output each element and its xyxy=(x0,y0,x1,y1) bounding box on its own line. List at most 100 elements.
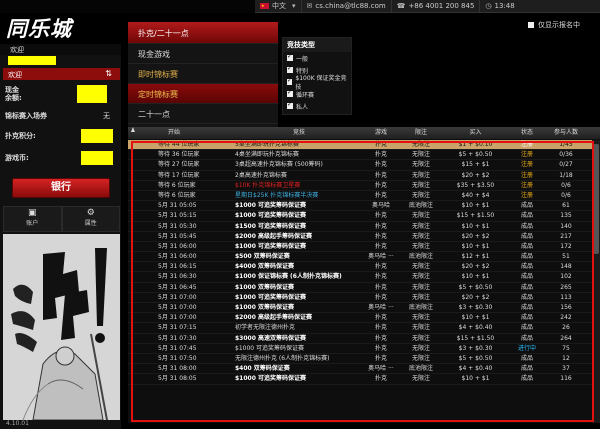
table-row[interactable]: 5月 31 06:00 $500 双筹码保证赛 奥马哈 ··· 底池限注 $12 + $… xyxy=(128,252,592,263)
header-buyin[interactable]: 买入 xyxy=(443,127,508,139)
scrollbar-thumb[interactable] xyxy=(593,144,599,254)
tournament-table: ♟ 开始 竞技 游戏 限注 买入 状态 参与人数 等待 44 位玩家 5桌坐满即玩… xyxy=(128,127,600,423)
menu-item-scheduled-tournaments[interactable]: 定时锦标赛 xyxy=(128,84,278,104)
table-row[interactable]: 5月 31 05:30 $1500 可追奖筹码保证赛 扑克 无限注 $10 + $1 成品… xyxy=(128,222,592,232)
header-start[interactable]: 开始 xyxy=(138,127,233,139)
row-start: 等待 44 位玩家 xyxy=(158,141,200,148)
points-value-redacted xyxy=(81,129,113,143)
settings-tile[interactable]: ⚙ 属性 xyxy=(61,206,120,232)
row-start: 5月 31 07:30 xyxy=(158,334,197,342)
row-status: 成品 xyxy=(520,232,533,240)
row-start: 5月 31 05:45 xyxy=(158,232,197,240)
table-row[interactable]: 5月 31 07:00 $2000 高级起手筹码保证赛 扑克 无限注 $10 + $1 成… xyxy=(128,313,592,324)
row-game: 扑克 xyxy=(374,232,387,240)
header-players[interactable]: 参与人数 xyxy=(546,127,586,139)
filter-option-guaranteed[interactable]: $100K 保证奖金竞技 xyxy=(283,75,351,91)
header-status[interactable]: 状态 xyxy=(508,127,546,139)
header-competition[interactable]: 竞技 xyxy=(233,127,363,139)
menu-item-sit-and-go[interactable]: 即时锦标赛 xyxy=(128,64,278,84)
row-marker xyxy=(128,303,138,312)
checkbox-icon[interactable] xyxy=(287,77,292,85)
menu-head-poker-blackjack[interactable]: 扑克/二十一点 xyxy=(128,22,278,44)
table-row[interactable]: 5月 31 06:30 $1000 保证锦标赛 (6人制扑克锦标赛) 扑克 无限注 $1… xyxy=(128,272,592,283)
row-players: 12 xyxy=(562,354,570,362)
row-status: 成品 xyxy=(520,365,533,373)
row-players: 0/6 xyxy=(561,191,571,199)
account-tile[interactable]: ▣ 账户 xyxy=(3,206,62,232)
table-row[interactable]: 等待 27 位玩家 3桌超高速扑克锦标赛 (500筹码) 扑克 无限注 $15 + $1… xyxy=(128,160,592,171)
table-row[interactable]: 5月 31 07:15 初学者无限注德州扑克 扑克 无限注 $4 + $0.40 成品 26 xyxy=(128,323,592,334)
table-row[interactable]: 5月 31 08:00 $400 双筹码保证赛 奥马哈 ··· 底池限注 $4 + $0… xyxy=(128,364,592,375)
table-row[interactable]: 5月 31 05:15 $1000 可追奖筹码保证赛 扑克 无限注 $15 + $1.5… xyxy=(128,211,592,222)
table-row[interactable]: 5月 31 07:00 $1000 双筹码保证赛 奥马哈 ··· 底池限注 $3 + $… xyxy=(128,303,592,314)
filter-option-label: 私人 xyxy=(296,103,309,111)
app-logo: 同乐城 xyxy=(6,16,72,41)
menu-item-cash-games[interactable]: 现金游戏 xyxy=(128,44,278,64)
header-pin-icon[interactable]: ♟ xyxy=(128,127,138,139)
table-row[interactable]: 5月 31 08:05 $1000 可追奖筹码保证赛 扑克 无限注 $10 + $1 成品… xyxy=(128,374,592,385)
status-strip: 中文 ▾ ✉ cs.china@tlc88.com ☎ +86 4001 200… xyxy=(255,0,600,13)
row-game: 扑克 xyxy=(374,191,387,199)
table-row[interactable]: 等待 6 位玩家 星期日$25K 扑克锦标赛半决赛 扑克 无限注 $40 + $4 注册 0… xyxy=(128,191,592,202)
filter-option-private[interactable]: 私人 xyxy=(283,100,351,112)
table-row[interactable]: 5月 31 07:00 $1000 可追奖筹码保证赛 扑克 无限注 $20 + $2 成品… xyxy=(128,293,592,303)
table-header: ♟ 开始 竞技 游戏 限注 买入 状态 参与人数 xyxy=(128,127,600,139)
table-row[interactable]: 5月 31 07:45 $1000 可追奖筹码保证赛 扑克 无限注 $3 + $0.30… xyxy=(128,344,592,354)
only-signup-toggle[interactable]: 仅显示报名中 xyxy=(528,20,580,30)
email-link[interactable]: ✉ cs.china@tlc88.com xyxy=(302,0,392,13)
table-row[interactable]: 5月 31 05:05 $1000 可追奖筹码保证赛 奥马哈 底池限注 $10 + $1… xyxy=(128,201,592,212)
row-limit: 底池限注 xyxy=(408,253,433,261)
table-row[interactable]: 5月 31 05:45 $2000 高级起手筹码保证赛 扑克 无限注 $20 + $2 成… xyxy=(128,232,592,242)
row-marker xyxy=(128,140,138,149)
table-row[interactable]: 等待 17 位玩家 2桌高速扑克锦标赛 扑克 无限注 $20 + $2 注册 1/18 xyxy=(128,171,592,181)
poster-illustration xyxy=(3,234,120,420)
table-row[interactable]: 5月 31 07:30 $3000 高速双筹码保证赛 扑克 无限注 $15 + $1.5… xyxy=(128,334,592,344)
game-menu: 扑克/二十一点 现金游戏 即时锦标赛 定时锦标赛 二十一点 xyxy=(128,22,278,142)
promo-poster[interactable] xyxy=(3,234,120,420)
row-competition: $4000 双筹码保证赛 xyxy=(235,263,294,271)
coins-value-redacted xyxy=(81,151,113,165)
row-limit: 无限注 xyxy=(411,354,430,362)
cash-value-redacted xyxy=(77,85,107,103)
table-scrollbar[interactable] xyxy=(592,140,600,423)
row-players: 102 xyxy=(560,273,572,281)
row-start: 5月 31 07:45 xyxy=(158,344,197,352)
row-start: 5月 31 07:50 xyxy=(158,354,197,362)
checkbox-icon[interactable] xyxy=(287,53,293,61)
table-row[interactable]: 5月 31 07:50 无限注德州扑克 (6人制扑克锦标赛) 扑克 无限注 $5 + $… xyxy=(128,354,592,365)
row-status: 成品 xyxy=(520,283,533,291)
row-game: 扑克 xyxy=(374,171,387,179)
menu-item-blackjack[interactable]: 二十一点 xyxy=(128,104,278,124)
welcome-bar-label: 欢迎 xyxy=(8,71,22,79)
row-status: 成品 xyxy=(520,304,533,311)
language-selector[interactable]: 中文 ▾ xyxy=(255,0,302,13)
account-tiles: ▣ 账户 ⚙ 属性 xyxy=(3,206,120,232)
table-row[interactable]: 等待 6 位玩家 $10K 扑克锦标赛卫星赛 扑克 无限注 $35 + $3.50 注册 0… xyxy=(128,181,592,191)
row-limit: 无限注 xyxy=(411,191,430,199)
welcome-label: 欢迎 xyxy=(0,44,121,55)
header-game[interactable]: 游戏 xyxy=(363,127,399,139)
row-start: 5月 31 08:05 xyxy=(158,375,197,383)
bank-button[interactable]: 银行 xyxy=(12,178,110,198)
row-start: 5月 31 07:00 xyxy=(158,314,197,322)
row-status: 成品 xyxy=(520,222,533,230)
row-buyin: $20 + $2 xyxy=(461,171,490,179)
swap-icon[interactable]: ⇅ xyxy=(105,69,112,78)
checkbox-icon[interactable] xyxy=(287,65,293,73)
table-row[interactable]: 5月 31 06:00 $1000 可追奖筹码保证赛 扑克 无限注 $10 + $1 成品… xyxy=(128,242,592,253)
ticket-row: 锦标赛入场券 无 xyxy=(5,110,117,122)
row-buyin: $10 + $1 xyxy=(461,375,490,383)
table-row[interactable]: 5月 31 06:45 $1000 双筹码保证赛 扑克 无限注 $5 + $0.50 成品… xyxy=(128,283,592,293)
row-game: 奥马哈 ··· xyxy=(368,253,394,261)
row-buyin: $4 + $0.40 xyxy=(458,365,493,373)
checkbox-icon[interactable] xyxy=(287,89,293,97)
cash-balance-row: 现金 余额: xyxy=(5,84,117,104)
table-row[interactable]: 等待 44 位玩家 5桌坐满即玩扑克锦标赛 扑克 无限注 $1 + $0.10 注册 1/4… xyxy=(128,140,592,151)
header-limit[interactable]: 限注 xyxy=(399,127,443,139)
table-row[interactable]: 5月 31 06:15 $4000 双筹码保证赛 扑克 无限注 $20 + $2 成品 14… xyxy=(128,262,592,273)
checkbox-icon[interactable] xyxy=(287,101,293,109)
checkbox-icon[interactable] xyxy=(528,22,534,28)
filter-option-general[interactable]: 一般 xyxy=(283,52,351,64)
mail-icon: ✉ xyxy=(306,2,313,10)
table-row[interactable]: 等待 36 位玩家 4桌坐满即玩扑克锦标赛 扑克 无限注 $5 + $0.50 注册 0/3… xyxy=(128,150,592,161)
